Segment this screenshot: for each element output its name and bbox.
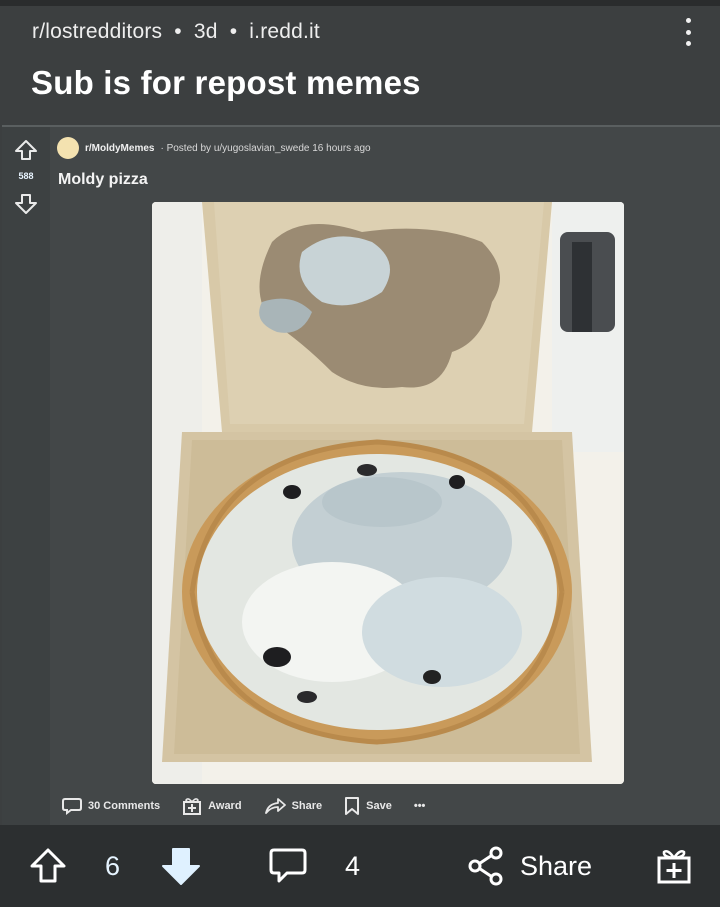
embedded-save-label: Save <box>366 800 392 812</box>
embedded-byline: · Posted by u/yugoslavian_swede 16 hours… <box>160 142 371 154</box>
share-icon <box>468 846 503 886</box>
embedded-vote-column: 588 <box>2 127 50 825</box>
vote-count-label: 6 <box>105 850 121 881</box>
embedded-action-row: 30 Comments Award Share Save ••• <box>62 795 425 817</box>
subreddit-avatar <box>57 137 79 159</box>
post-action-bar: 6 4 Share <box>0 825 720 907</box>
embedded-share-label: Share <box>291 800 323 812</box>
comments-button[interactable] <box>268 825 308 907</box>
more-options-icon[interactable] <box>682 18 694 46</box>
meta-separator: • <box>229 20 238 43</box>
embedded-share: Share <box>264 797 323 815</box>
gift-icon <box>183 798 202 815</box>
embedded-comments-label: 30 Comments <box>88 800 161 812</box>
embedded-award: Award <box>182 797 242 815</box>
pizza-photo <box>152 202 624 784</box>
embedded-post-title: Moldy pizza <box>58 171 148 188</box>
embedded-upvote-icon <box>15 140 37 160</box>
upvote-icon <box>30 848 66 883</box>
post-domain-link[interactable]: i.redd.it <box>249 20 320 43</box>
share-button[interactable]: Share <box>468 825 592 907</box>
downvote-icon <box>162 848 200 885</box>
meta-separator: • <box>174 20 182 43</box>
comment-icon <box>269 848 307 883</box>
embedded-subreddit: r/MoldyMemes <box>85 142 155 154</box>
comment-count: 4 <box>345 825 360 907</box>
pizza-illustration <box>152 202 624 784</box>
post-age: 3d <box>193 20 218 43</box>
gift-icon <box>657 850 691 884</box>
post-meta: r/lostredditors • 3d • i.redd.it <box>32 20 320 44</box>
status-strip <box>0 0 720 6</box>
upvote-button[interactable] <box>28 825 68 907</box>
comment-count-label: 4 <box>345 850 361 881</box>
embedded-more-label: ••• <box>413 800 426 812</box>
bookmark-icon <box>345 797 360 815</box>
vote-count: 6 <box>105 825 120 907</box>
award-button[interactable] <box>654 825 694 907</box>
post-detail-screen: r/lostredditors • 3d • i.redd.it Sub is … <box>0 0 720 907</box>
embedded-post-header: r/MoldyMemes · Posted by u/yugoslavian_s… <box>57 137 371 159</box>
embedded-score: 588 <box>18 171 34 181</box>
comment-icon <box>62 798 82 815</box>
embedded-award-label: Award <box>208 800 242 812</box>
share-label: Share <box>520 850 593 881</box>
subreddit-link[interactable]: r/lostredditors <box>32 20 162 43</box>
downvote-button[interactable] <box>160 825 202 907</box>
embedded-save: Save <box>344 796 392 816</box>
embedded-more-icon: ••• <box>414 800 426 812</box>
post-title: Sub is for repost memes <box>31 64 421 101</box>
share-arrow-icon <box>264 798 286 814</box>
embedded-downvote-icon <box>15 194 37 214</box>
post-image[interactable]: 588 r/MoldyMemes · Posted by u/yugoslavi… <box>2 125 720 825</box>
embedded-comments: 30 Comments <box>62 797 160 815</box>
